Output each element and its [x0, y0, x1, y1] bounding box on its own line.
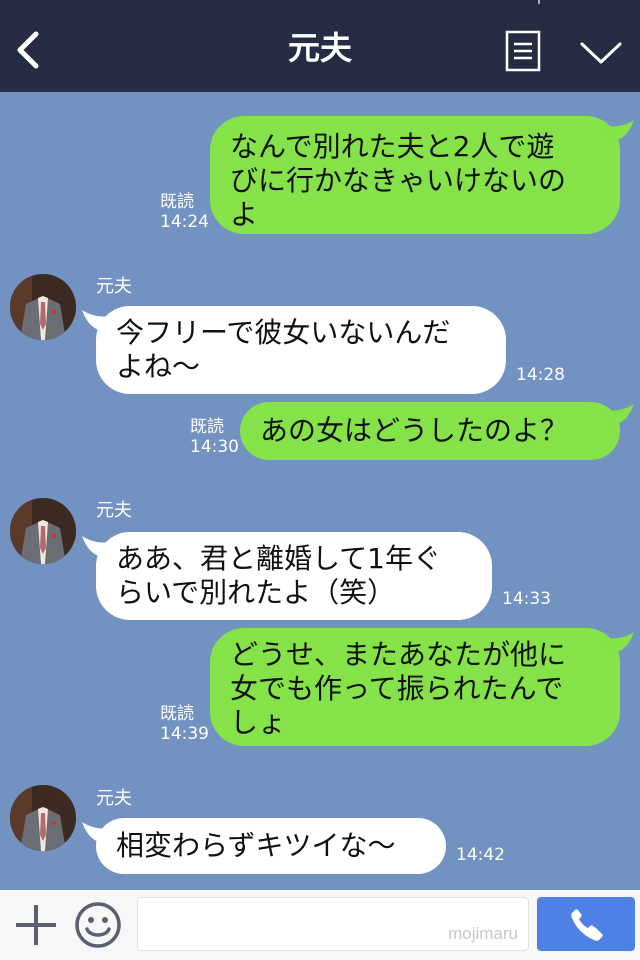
memo-icon[interactable] — [505, 30, 541, 72]
message-text: 今フリーで彼女いないんだ よね〜 — [116, 316, 451, 383]
message-input[interactable]: mojimaru — [137, 897, 529, 951]
bubble-tail — [82, 536, 110, 558]
avatar[interactable] — [10, 785, 76, 851]
message-text: 相変わらずキツイな〜 — [116, 829, 396, 862]
chat-header: 元夫 — [0, 0, 640, 92]
sender-name: 元夫 — [96, 276, 132, 297]
chevron-down-icon[interactable] — [578, 38, 624, 68]
watermark-text: mojimaru — [448, 924, 518, 943]
sender-name: 元夫 — [96, 788, 132, 809]
bubble-tail — [606, 120, 634, 142]
message-text: なんで別れた夫と2人で遊 びに行かなきゃいけないの よ — [230, 130, 567, 231]
message-time: 14:39 — [160, 724, 209, 744]
read-label: 既読 — [160, 704, 194, 724]
message-time: 14:33 — [502, 589, 551, 609]
phone-icon — [571, 909, 603, 941]
plus-icon[interactable] — [14, 903, 58, 947]
sent-message-bubble[interactable]: どうせ、またあなたが他に 女でも作って振られたんで しょ — [210, 628, 634, 746]
read-receipt: 既読 14:24 — [160, 192, 209, 232]
message-text: どうせ、またあなたが他に 女でも作って振られたんで しょ — [230, 638, 567, 739]
avatar[interactable] — [10, 498, 76, 564]
received-message-bubble[interactable]: ああ、君と離婚して1年ぐ らいで別れたよ（笑） — [82, 532, 492, 620]
read-receipt: 既読 14:30 — [190, 417, 239, 457]
message-text: あの女はどうしたのよ？ — [260, 414, 569, 447]
bubble-tail — [82, 822, 110, 844]
emoji-icon[interactable] — [74, 901, 122, 949]
bubble-tail — [606, 404, 634, 426]
read-label: 既読 — [160, 192, 194, 212]
received-message-bubble[interactable]: 今フリーで彼女いないんだ よね〜 — [82, 306, 506, 394]
bubble-tail — [606, 632, 634, 654]
chat-title: 元夫 — [287, 29, 352, 67]
avatar[interactable] — [10, 274, 76, 340]
sent-message-bubble[interactable]: あの女はどうしたのよ？ — [240, 402, 634, 460]
bubble-tail — [82, 310, 110, 332]
message-list[interactable]: なんで別れた夫と2人で遊 びに行かなきゃいけないの よ 既読 14:24 元夫 … — [0, 92, 640, 890]
message-text: ああ、君と離婚して1年ぐ らいで別れたよ（笑） — [116, 542, 441, 609]
message-time: 14:28 — [516, 365, 565, 385]
message-time: 14:42 — [456, 845, 505, 865]
sender-name: 元夫 — [96, 500, 132, 521]
status-bar-fragment — [538, 0, 540, 4]
call-button[interactable] — [537, 897, 635, 951]
sent-message-bubble[interactable]: なんで別れた夫と2人で遊 びに行かなきゃいけないの よ — [210, 116, 634, 234]
message-time: 14:24 — [160, 212, 209, 232]
message-time: 14:30 — [190, 437, 239, 457]
read-label: 既読 — [190, 417, 224, 437]
read-receipt: 既読 14:39 — [160, 704, 209, 744]
received-message-bubble[interactable]: 相変わらずキツイな〜 — [82, 818, 446, 874]
